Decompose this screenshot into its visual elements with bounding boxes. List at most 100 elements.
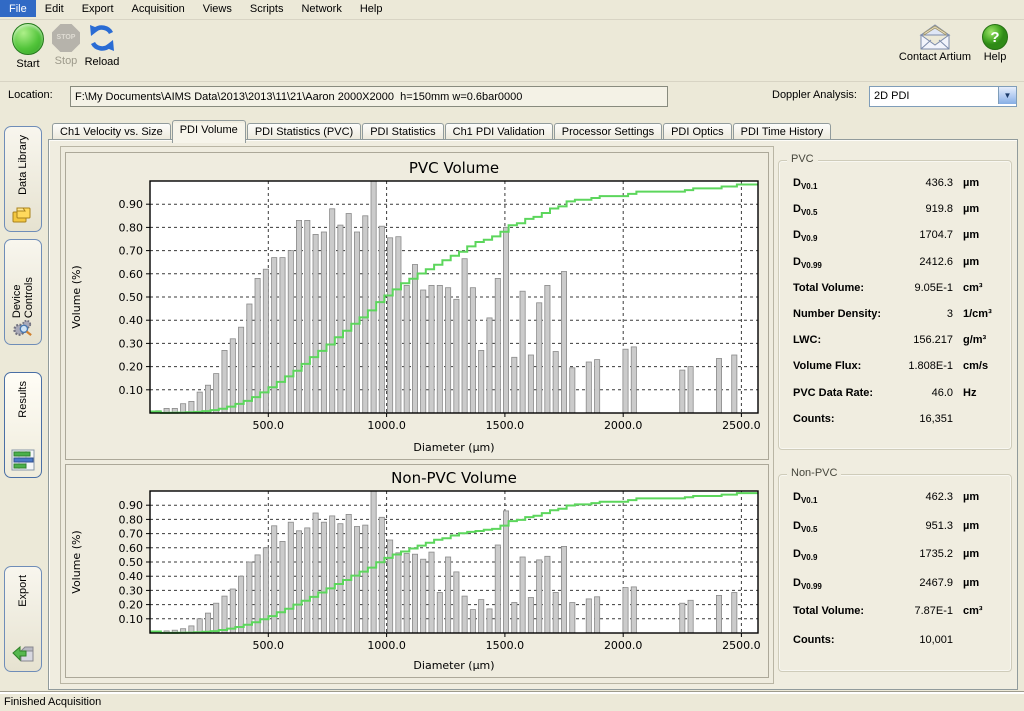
- stat-row-lwc: LWC:156.217g/m³: [779, 334, 1011, 360]
- location-input[interactable]: [70, 86, 668, 107]
- svg-text:1500.0: 1500.0: [486, 419, 525, 432]
- tab-pdi-volume[interactable]: PDI Volume: [172, 120, 246, 143]
- charts-panel: 0.100.200.300.400.500.600.700.800.90500.…: [60, 146, 774, 684]
- stat-row-total-volume: Total Volume:9.05E-1cm³: [779, 282, 1011, 308]
- svg-text:0.30: 0.30: [119, 337, 144, 350]
- location-label: Location:: [8, 89, 53, 101]
- stat-row-dv05: DV0.5951.3µm: [779, 520, 1011, 549]
- pvc-groupbox-title: PVC: [787, 153, 818, 165]
- envelope-icon: [917, 23, 953, 51]
- svg-text:0.40: 0.40: [119, 570, 144, 583]
- menu-help[interactable]: Help: [351, 0, 392, 17]
- svg-text:0.50: 0.50: [119, 556, 144, 569]
- help-button[interactable]: ? Help: [975, 23, 1015, 63]
- svg-text:0.70: 0.70: [119, 245, 144, 258]
- reload-button-label: Reload: [80, 56, 124, 68]
- svg-text:PVC Volume: PVC Volume: [409, 159, 499, 177]
- stat-row-dv01: DV0.1462.3µm: [779, 491, 1011, 520]
- sidebar-item-label: Results: [17, 381, 29, 418]
- svg-text:0.90: 0.90: [119, 198, 144, 211]
- start-icon: [12, 23, 44, 55]
- svg-text:Volume (%): Volume (%): [70, 530, 83, 593]
- stat-row-counts: Counts:10,001: [779, 634, 1011, 663]
- statusbar-divider: [0, 691, 1024, 694]
- stat-row-number-density: Number Density:31/cm³: [779, 308, 1011, 334]
- stat-row-dv099: DV0.992467.9µm: [779, 577, 1011, 606]
- menu-file[interactable]: File: [0, 0, 36, 17]
- tab-bar: Ch1 Velocity vs. SizePDI VolumePDI Stati…: [52, 120, 832, 140]
- stat-row-dv01: DV0.1436.3µm: [779, 177, 1011, 203]
- svg-text:0.60: 0.60: [119, 268, 144, 281]
- svg-text:0.70: 0.70: [119, 528, 144, 541]
- stat-row-dv09: DV0.91704.7µm: [779, 229, 1011, 255]
- svg-text:Diameter (µm): Diameter (µm): [413, 659, 494, 672]
- stat-row-dv09: DV0.91735.2µm: [779, 548, 1011, 577]
- sidebar-item-label: Device Controls: [11, 248, 35, 318]
- svg-text:2000.0: 2000.0: [604, 639, 643, 652]
- menu-network[interactable]: Network: [292, 0, 350, 17]
- stat-row-total-volume: Total Volume:7.87E-1cm³: [779, 605, 1011, 634]
- contact-artium-button[interactable]: Contact Artium: [895, 23, 975, 63]
- doppler-analysis-select[interactable]: 2D PDI ▼: [869, 86, 1017, 107]
- doppler-analysis-value: 2D PDI: [874, 90, 909, 102]
- reload-button[interactable]: Reload: [80, 23, 124, 68]
- toolbar: Start STOP Stop Reload Contact Artium: [0, 20, 1024, 82]
- svg-text:2500.0: 2500.0: [722, 639, 761, 652]
- gears-icon: [11, 318, 35, 338]
- svg-text:0.20: 0.20: [119, 599, 144, 612]
- statusbar-text: Finished Acquisition: [4, 696, 101, 708]
- svg-text:0.60: 0.60: [119, 542, 144, 555]
- pvc-stats-groupbox: PVC DV0.1436.3µm DV0.5919.8µm DV0.91704.…: [778, 160, 1012, 450]
- stop-icon: STOP: [52, 24, 80, 52]
- stat-row-volume-flux: Volume Flux:1.808E-1cm/s: [779, 360, 1011, 386]
- svg-text:0.10: 0.10: [119, 384, 144, 397]
- svg-text:2500.0: 2500.0: [722, 419, 761, 432]
- menu-acquisition[interactable]: Acquisition: [123, 0, 194, 17]
- menu-edit[interactable]: Edit: [36, 0, 73, 17]
- doppler-analysis-label: Doppler Analysis:: [772, 89, 857, 101]
- menu-scripts[interactable]: Scripts: [241, 0, 293, 17]
- chevron-down-icon[interactable]: ▼: [998, 87, 1016, 104]
- contact-artium-label: Contact Artium: [899, 51, 971, 63]
- svg-text:0.40: 0.40: [119, 314, 144, 327]
- stat-row-pvc-data-rate: PVC Data Rate:46.0Hz: [779, 387, 1011, 413]
- svg-text:1000.0: 1000.0: [367, 639, 406, 652]
- svg-text:0.90: 0.90: [119, 499, 144, 512]
- sidebar-item-data-library[interactable]: Data Library: [4, 126, 42, 232]
- menu-bar: FileEditExportAcquisitionViewsScriptsNet…: [0, 0, 1024, 20]
- reload-icon: [87, 23, 117, 53]
- folders-icon: [11, 203, 35, 225]
- stat-row-counts: Counts:16,351: [779, 413, 1011, 439]
- stat-row-dv099: DV0.992412.6µm: [779, 256, 1011, 282]
- svg-text:0.80: 0.80: [119, 221, 144, 234]
- svg-text:Volume (%): Volume (%): [70, 265, 83, 328]
- sidebar-item-label: Data Library: [17, 135, 29, 195]
- svg-text:0.20: 0.20: [119, 361, 144, 374]
- help-button-label: Help: [984, 51, 1007, 63]
- svg-text:500.0: 500.0: [253, 639, 284, 652]
- menu-export[interactable]: Export: [73, 0, 123, 17]
- sidebar-item-export[interactable]: Export: [4, 566, 42, 672]
- svg-text:Non-PVC Volume: Non-PVC Volume: [391, 469, 517, 487]
- svg-text:Diameter (µm): Diameter (µm): [413, 441, 494, 454]
- svg-text:500.0: 500.0: [253, 419, 284, 432]
- location-row: Location: Doppler Analysis: 2D PDI ▼: [0, 82, 1024, 110]
- sidebar-item-label: Export: [17, 575, 29, 607]
- menu-views[interactable]: Views: [194, 0, 241, 17]
- non-pvc-groupbox-title: Non-PVC: [787, 467, 841, 479]
- help-icon: ?: [981, 23, 1009, 51]
- svg-text:0.30: 0.30: [119, 584, 144, 597]
- stat-row-dv05: DV0.5919.8µm: [779, 203, 1011, 229]
- svg-text:0.50: 0.50: [119, 291, 144, 304]
- svg-text:0.10: 0.10: [119, 613, 144, 626]
- svg-text:1000.0: 1000.0: [367, 419, 406, 432]
- pvc-volume-chart: 0.10 0.20 0.30 0.40 0.50 0.60 0.70 0.80 0.90 500.…: [65, 152, 769, 460]
- sidebar-item-results[interactable]: Results: [4, 372, 42, 478]
- sidebar-item-device-controls[interactable]: Device Controls: [4, 239, 42, 345]
- svg-text:?: ?: [990, 29, 999, 46]
- non-pvc-volume-chart: 0.100.20 0.300.400.500.600.70 0.800.90 500.…: [65, 464, 769, 678]
- bar-chart-icon: [11, 449, 35, 471]
- svg-text:2000.0: 2000.0: [604, 419, 643, 432]
- svg-text:0.80: 0.80: [119, 513, 144, 526]
- export-icon: [11, 643, 35, 665]
